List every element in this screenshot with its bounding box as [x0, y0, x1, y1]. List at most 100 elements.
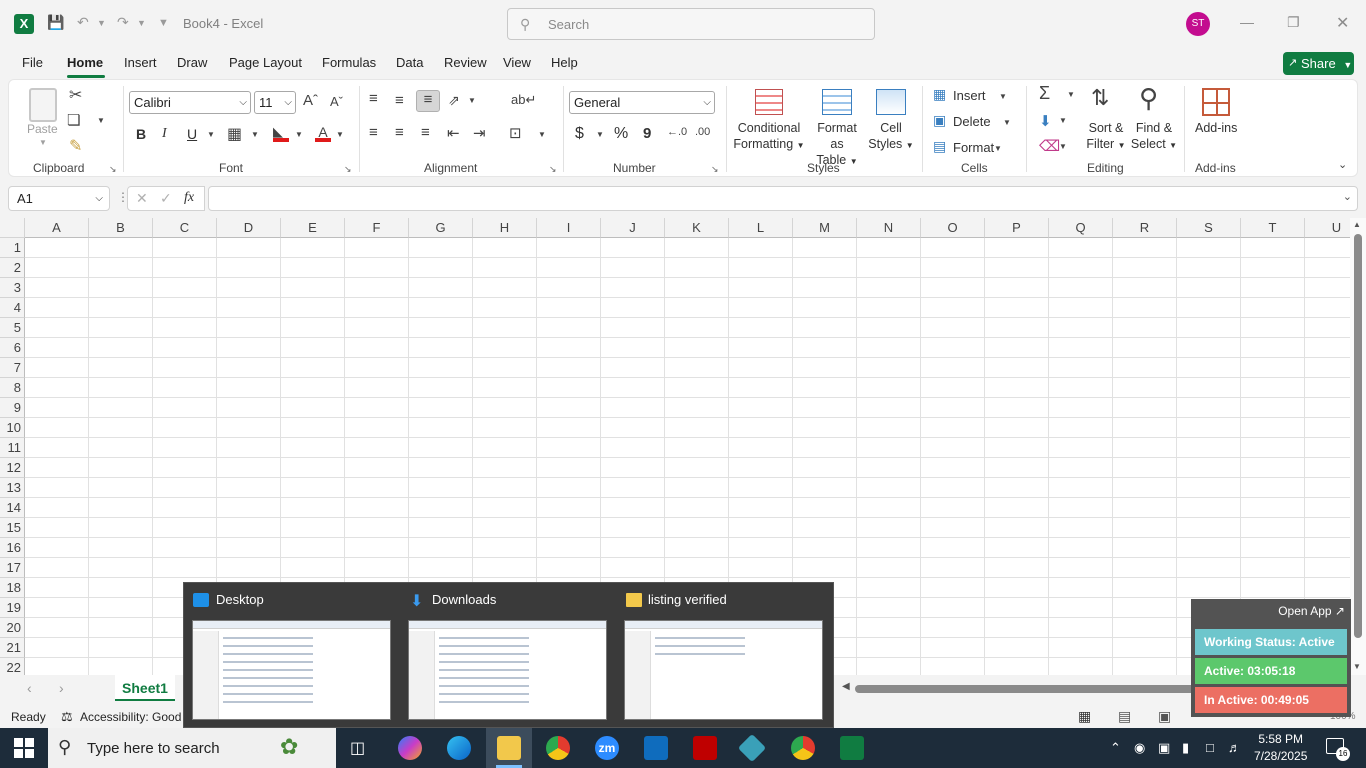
fill-color-icon[interactable]: ◣: [273, 124, 289, 142]
copilot-icon[interactable]: [398, 736, 422, 760]
find-select-icon[interactable]: ⚲: [1139, 83, 1158, 114]
taskbar-clock[interactable]: 5:58 PM 7/28/2025: [1254, 731, 1307, 765]
close-icon[interactable]: ✕: [1336, 13, 1349, 33]
row-header[interactable]: 10: [0, 418, 25, 438]
font-name-select[interactable]: Calibri ⌵: [129, 91, 251, 114]
share-button[interactable]: ↗ Share ▼: [1283, 52, 1354, 75]
next-sheet-icon[interactable]: ›: [59, 680, 64, 696]
tab-data[interactable]: Data: [396, 55, 423, 70]
column-header[interactable]: I: [537, 218, 601, 238]
redo-icon[interactable]: ↷: [117, 14, 129, 31]
cell-styles-icon[interactable]: [876, 89, 906, 115]
fill-color-dropdown-icon[interactable]: ▼: [295, 130, 303, 139]
row-header[interactable]: 17: [0, 558, 25, 578]
number-format-select[interactable]: General ⌵: [569, 91, 715, 114]
show-hidden-icons-icon[interactable]: ⌃: [1110, 740, 1121, 756]
currency-button[interactable]: $: [575, 125, 584, 143]
autosum-icon[interactable]: Σ: [1039, 83, 1050, 104]
row-header[interactable]: 6: [0, 338, 25, 358]
scroll-down-icon[interactable]: ▼: [1353, 662, 1361, 671]
column-header[interactable]: O: [921, 218, 985, 238]
enter-icon[interactable]: ✓: [160, 190, 172, 207]
column-header[interactable]: C: [153, 218, 217, 238]
customize-qat-icon[interactable]: ▼: [158, 17, 169, 29]
autosum-dropdown-icon[interactable]: ▼: [1067, 90, 1075, 99]
align-top-icon[interactable]: ≡: [369, 90, 378, 107]
scroll-left-icon[interactable]: ◀: [842, 681, 850, 692]
delete-cells-button[interactable]: Delete: [953, 114, 991, 129]
format-as-table-icon[interactable]: [822, 89, 852, 115]
add-ins-icon[interactable]: [1202, 88, 1230, 116]
thumbnail-title-listing-verified[interactable]: listing verified: [648, 592, 727, 607]
comma-button[interactable]: 9: [643, 125, 651, 142]
undo-dropdown-icon[interactable]: ▼: [97, 18, 106, 28]
formula-input[interactable]: ⌄: [208, 186, 1358, 211]
align-bottom-icon[interactable]: ≡: [416, 90, 440, 112]
scroll-up-icon[interactable]: ▲: [1353, 220, 1361, 229]
normal-view-icon[interactable]: ▦: [1078, 708, 1091, 725]
sort-filter-icon[interactable]: ⇅: [1091, 85, 1109, 111]
row-header[interactable]: 7: [0, 358, 25, 378]
add-ins-button[interactable]: Add-ins: [1195, 121, 1237, 135]
minimize-icon[interactable]: —: [1240, 14, 1254, 30]
row-header[interactable]: 4: [0, 298, 25, 318]
align-right-icon[interactable]: ≡: [421, 124, 430, 141]
diamond-app-icon[interactable]: [737, 733, 767, 763]
column-header[interactable]: D: [217, 218, 281, 238]
decrease-indent-icon[interactable]: ⇤: [447, 124, 460, 142]
avatar[interactable]: ST: [1186, 12, 1210, 36]
filezilla-icon[interactable]: [693, 736, 717, 760]
clipboard-launcher-icon[interactable]: ↘: [109, 164, 117, 175]
redo-dropdown-icon[interactable]: ▼: [137, 18, 146, 28]
display-icon[interactable]: ▣: [1158, 740, 1170, 756]
format-cells-button[interactable]: Format: [953, 140, 994, 155]
excel-icon[interactable]: [840, 736, 864, 760]
column-header[interactable]: K: [665, 218, 729, 238]
delete-cells-icon[interactable]: ▣: [933, 112, 946, 129]
row-header[interactable]: 9: [0, 398, 25, 418]
wrap-text-icon[interactable]: ab↵: [511, 92, 536, 108]
conditional-formatting-icon[interactable]: [755, 89, 783, 115]
row-header[interactable]: 12: [0, 458, 25, 478]
column-header[interactable]: R: [1113, 218, 1177, 238]
taskbar-search-input[interactable]: ⚲ Type here to search ✿: [48, 728, 336, 768]
delete-dropdown-icon[interactable]: ▼: [1003, 118, 1011, 127]
orientation-dropdown-icon[interactable]: ▼: [468, 96, 476, 105]
accessibility-status[interactable]: Accessibility: Good t: [80, 710, 188, 724]
row-header[interactable]: 22: [0, 658, 25, 675]
row-header[interactable]: 21: [0, 638, 25, 658]
alignment-launcher-icon[interactable]: ↘: [549, 164, 557, 175]
tab-home[interactable]: Home: [67, 55, 103, 70]
insert-function-button[interactable]: fx: [184, 190, 194, 206]
borders-icon[interactable]: ▦: [227, 124, 242, 144]
column-header[interactable]: L: [729, 218, 793, 238]
underline-dropdown-icon[interactable]: ▼: [207, 130, 215, 139]
row-header[interactable]: 2: [0, 258, 25, 278]
underline-button[interactable]: U: [187, 126, 197, 142]
tab-formulas[interactable]: Formulas: [322, 55, 376, 70]
tab-help[interactable]: Help: [551, 55, 578, 70]
paste-dropdown-icon[interactable]: ▼: [39, 138, 47, 147]
vertical-scroll-thumb[interactable]: [1354, 234, 1362, 638]
decrease-font-icon[interactable]: Aˇ: [330, 94, 343, 109]
tab-view[interactable]: View: [503, 55, 531, 70]
column-header[interactable]: G: [409, 218, 473, 238]
bold-button[interactable]: B: [136, 126, 146, 142]
thumbnail-preview-downloads[interactable]: [408, 620, 607, 720]
fill-dropdown-icon[interactable]: ▼: [1059, 116, 1067, 125]
conditional-formatting-button[interactable]: Conditional Formatting ▼: [727, 120, 811, 154]
merge-center-icon[interactable]: ⊡: [509, 124, 522, 142]
cell-styles-button[interactable]: Cell Styles ▼: [865, 120, 917, 154]
tab-insert[interactable]: Insert: [124, 55, 157, 70]
borders-dropdown-icon[interactable]: ▼: [251, 130, 259, 139]
column-header[interactable]: E: [281, 218, 345, 238]
row-header[interactable]: 16: [0, 538, 25, 558]
save-icon[interactable]: 💾: [47, 14, 64, 31]
undo-icon[interactable]: ↶: [77, 14, 89, 31]
page-break-view-icon[interactable]: ▣: [1158, 708, 1171, 725]
column-header[interactable]: F: [345, 218, 409, 238]
row-header[interactable]: 5: [0, 318, 25, 338]
font-color-icon[interactable]: A: [315, 124, 331, 142]
tab-page-layout[interactable]: Page Layout: [229, 55, 302, 70]
tab-review[interactable]: Review: [444, 55, 487, 70]
